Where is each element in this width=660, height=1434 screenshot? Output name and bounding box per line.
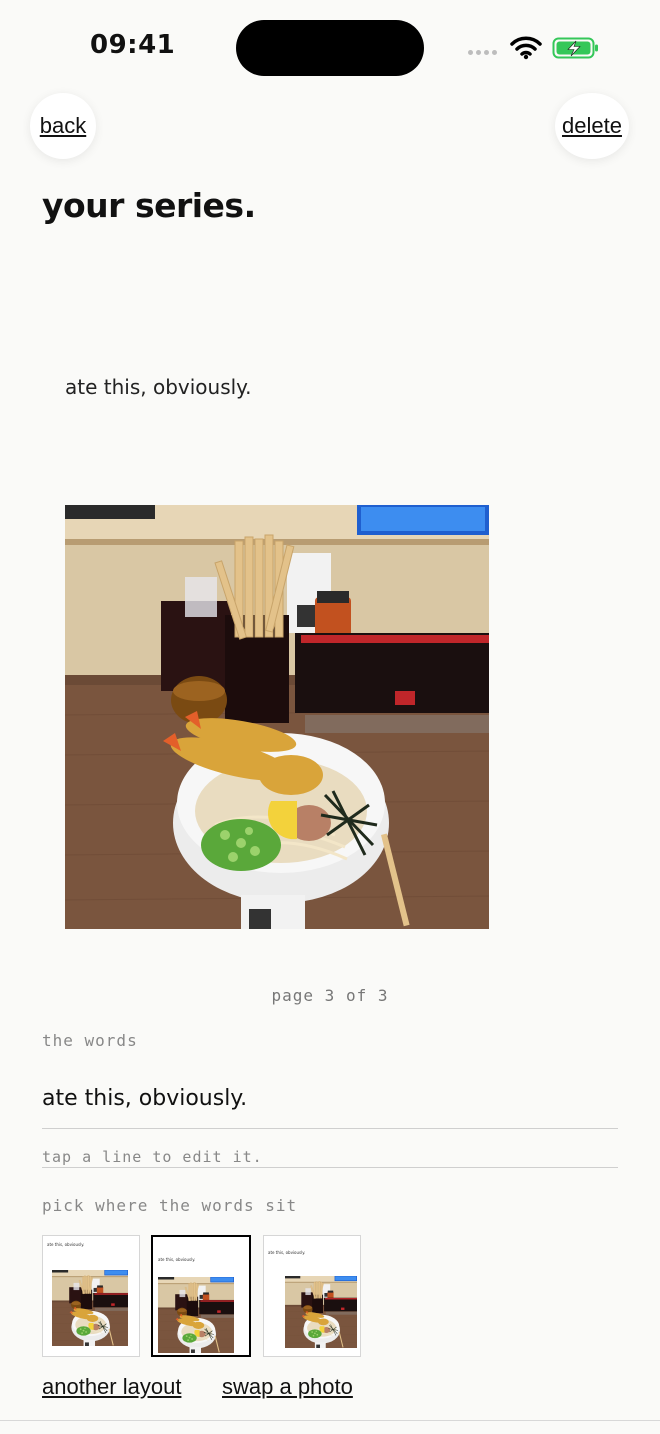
edit-hint: tap a line to edit it. xyxy=(42,1148,618,1168)
page-title: your series. xyxy=(42,186,256,225)
udon-tempura-photo xyxy=(65,505,489,929)
words-line-text: ate this, obviously. xyxy=(42,1086,248,1111)
battery-charging-icon xyxy=(552,37,598,59)
layout-option-caption: ate this, obviously. xyxy=(47,1242,85,1247)
dynamic-island xyxy=(236,20,424,76)
back-button[interactable]: back xyxy=(30,93,96,159)
swap-photo-link[interactable]: swap a photo xyxy=(222,1374,353,1400)
bottom-divider xyxy=(0,1420,660,1421)
layout-option-1[interactable]: ate this, obviously. xyxy=(42,1235,140,1357)
layout-picker-label: pick where the words sit xyxy=(42,1196,298,1215)
delete-button[interactable]: delete xyxy=(555,93,629,159)
layout-option-caption: ate this, obviously. xyxy=(158,1257,196,1262)
page-indicator: page 3 of 3 xyxy=(271,986,389,1005)
layout-option-caption: ate this, obviously. xyxy=(268,1250,306,1255)
layout-option-2-selected[interactable]: ate this, obviously. xyxy=(151,1235,251,1357)
status-time: 09:41 xyxy=(90,30,176,60)
layout-thumb-photo xyxy=(158,1277,234,1353)
words-section-label: the words xyxy=(42,1031,138,1050)
cellular-signal-icon xyxy=(468,50,497,55)
preview-caption: ate this, obviously. xyxy=(65,375,252,399)
layout-option-3[interactable]: ate this, obviously. xyxy=(263,1235,361,1357)
words-line-editable[interactable]: ate this, obviously. xyxy=(42,1082,618,1129)
another-layout-link[interactable]: another layout xyxy=(42,1374,181,1400)
wifi-icon xyxy=(510,36,542,60)
layout-thumb-photo xyxy=(285,1276,361,1352)
layout-thumb-photo xyxy=(52,1270,128,1346)
